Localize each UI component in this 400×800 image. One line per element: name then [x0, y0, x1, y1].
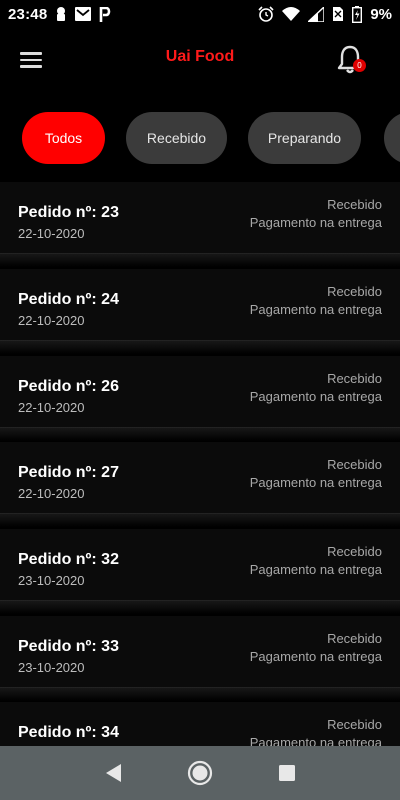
order-date: 23-10-2020: [18, 660, 85, 675]
status-bar: 23:48 9%: [0, 0, 400, 28]
no-sim-icon: [332, 6, 344, 22]
order-payment: Pagamento na entrega: [249, 475, 382, 490]
order-title: Pedido nº: 34: [18, 724, 119, 741]
order-status: Recebido: [327, 631, 382, 646]
order-title: Pedido nº: 27: [18, 464, 119, 481]
lock-icon: [55, 6, 67, 22]
order-date: 23-10-2020: [18, 573, 85, 588]
order-title: Pedido nº: 26: [18, 378, 119, 395]
back-icon: [106, 764, 122, 782]
signal-icon: [308, 6, 325, 22]
order-payment: Pagamento na entrega: [249, 389, 382, 404]
wifi-icon: [282, 7, 301, 21]
filter-chip-recebido[interactable]: Recebido: [126, 112, 227, 164]
order-status: Recebido: [327, 371, 382, 386]
alarm-icon: [258, 6, 274, 22]
status-time: 23:48: [8, 5, 48, 23]
notifications-button[interactable]: 0: [332, 42, 368, 78]
filter-chip-preparando[interactable]: Preparando: [248, 112, 361, 164]
system-nav-bar: [0, 746, 400, 800]
order-date: 22-10-2020: [18, 313, 85, 328]
recents-icon: [278, 765, 295, 781]
order-status: Recebido: [327, 717, 382, 732]
app-bar: Uai Food 0: [0, 28, 400, 92]
order-item[interactable]: Pedido nº: 26 22-10-2020 Recebido Pagame…: [0, 356, 400, 441]
order-payment: Pagamento na entrega: [249, 649, 382, 664]
order-item[interactable]: Pedido nº: 34 Recebido Pagamento na entr…: [0, 702, 400, 746]
order-title: Pedido nº: 24: [18, 291, 119, 308]
order-title: Pedido nº: 32: [18, 551, 119, 568]
filter-chip-more[interactable]: [384, 112, 400, 164]
recents-button[interactable]: [272, 758, 302, 788]
order-status: Recebido: [327, 544, 382, 559]
status-right-icons: 9%: [258, 5, 392, 23]
order-status: Recebido: [327, 197, 382, 212]
battery-charging-icon: [352, 5, 363, 23]
order-title: Pedido nº: 33: [18, 638, 119, 655]
order-item[interactable]: Pedido nº: 32 23-10-2020 Recebido Pagame…: [0, 529, 400, 614]
order-payment: Pagamento na entrega: [249, 735, 382, 746]
order-payment: Pagamento na entrega: [249, 562, 382, 577]
orders-list: Pedido nº: 23 22-10-2020 Recebido Pagame…: [0, 182, 400, 746]
status-left-icons: [55, 6, 111, 22]
paypal-icon: [99, 6, 111, 22]
order-date: 22-10-2020: [18, 400, 85, 415]
order-payment: Pagamento na entrega: [249, 215, 382, 230]
home-button[interactable]: [185, 758, 215, 788]
order-payment: Pagamento na entrega: [249, 302, 382, 317]
notification-badge: 0: [353, 59, 366, 72]
order-item[interactable]: Pedido nº: 24 22-10-2020 Recebido Pagame…: [0, 269, 400, 354]
order-date: 22-10-2020: [18, 486, 85, 501]
order-item[interactable]: Pedido nº: 33 23-10-2020 Recebido Pagame…: [0, 616, 400, 701]
order-status: Recebido: [327, 457, 382, 472]
filter-chip-todos[interactable]: Todos: [22, 112, 105, 164]
order-item[interactable]: Pedido nº: 27 22-10-2020 Recebido Pagame…: [0, 442, 400, 527]
mail-icon: [75, 7, 92, 21]
status-filter-bar: Todos Recebido Preparando: [0, 112, 400, 166]
battery-percent: 9%: [370, 5, 392, 23]
order-item[interactable]: Pedido nº: 23 22-10-2020 Recebido Pagame…: [0, 182, 400, 267]
order-date: 22-10-2020: [18, 226, 85, 241]
order-status: Recebido: [327, 284, 382, 299]
order-title: Pedido nº: 23: [18, 204, 119, 221]
home-icon: [187, 760, 213, 786]
back-button[interactable]: [98, 758, 128, 788]
